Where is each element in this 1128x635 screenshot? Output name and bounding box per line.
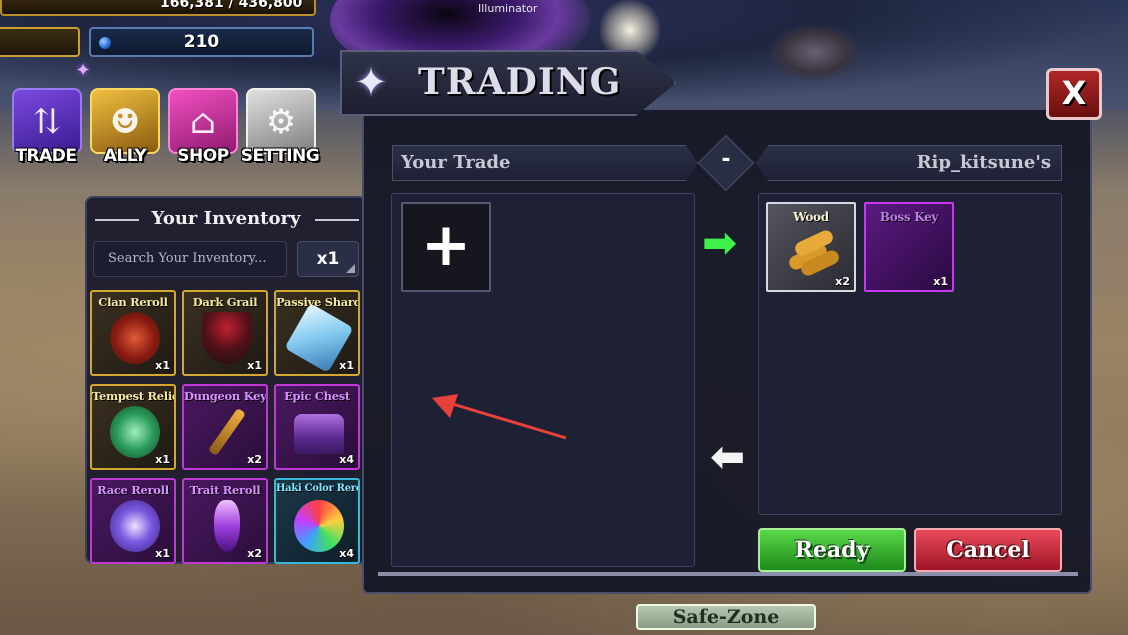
item-name: Wood <box>793 210 829 224</box>
xp-text: 166,381 / 436,800 <box>160 0 303 11</box>
wood-logs-icon <box>789 230 839 276</box>
tempest-relic-icon <box>110 406 160 458</box>
ally-menu-label: ALLY <box>103 146 147 166</box>
inventory-slot[interactable]: Dark Grail x1 <box>182 290 268 376</box>
add-item-button[interactable]: + <box>401 202 491 292</box>
gear-icon: ⚙ <box>265 102 297 142</box>
gem-icon <box>99 37 111 49</box>
item-count: x1 <box>247 359 262 372</box>
npc-nametag: Illuminator <box>478 2 538 15</box>
their-trade-tab: Rip_kitsune's <box>756 145 1062 181</box>
item-count: x2 <box>247 453 262 466</box>
dark-grail-icon <box>202 312 252 364</box>
gem-amount: 210 <box>183 32 220 52</box>
item-count: x1 <box>155 359 170 372</box>
trade-menu-label: TRADE <box>15 146 77 166</box>
ready-button[interactable]: Ready <box>758 528 906 572</box>
cancel-button[interactable]: Cancel <box>914 528 1062 572</box>
epic-chest-icon <box>294 414 344 454</box>
gem-counter: 210 <box>89 27 314 57</box>
item-name: Haki Color Reroll <box>276 483 360 494</box>
item-name: Epic Chest <box>284 389 350 403</box>
item-name: Trait Reroll <box>189 483 261 497</box>
item-name: Tempest Relic <box>92 389 176 403</box>
their-item-slot[interactable]: Wood x2 <box>766 202 856 292</box>
sparkle-icon: ✦ <box>75 60 91 81</box>
item-name: Dungeon Key <box>184 389 267 403</box>
inventory-slot[interactable]: Tempest Relic x1 <box>90 384 176 470</box>
inventory-slot[interactable]: Dungeon Key x2 <box>182 384 268 470</box>
item-count: x1 <box>155 547 170 560</box>
item-count: x2 <box>247 547 262 560</box>
trade-title: TRADING <box>418 61 622 103</box>
inventory-slot[interactable]: Epic Chest x4 <box>274 384 360 470</box>
player-character <box>770 25 860 80</box>
item-name: Boss Key <box>879 210 939 224</box>
title-divider-right <box>315 219 359 221</box>
item-count: x1 <box>155 453 170 466</box>
haki-color-reroll-icon <box>294 500 344 552</box>
trade-menu-button[interactable]: ⇅ <box>12 88 82 154</box>
arrow-right-icon: ➡ <box>702 218 738 267</box>
arrow-left-icon: ⬅ <box>710 432 746 481</box>
annotation-arrow-icon <box>432 394 567 440</box>
your-trade-tab: Your Trade <box>392 145 698 181</box>
inventory-slot[interactable]: Race Reroll x1 <box>90 478 176 564</box>
quantity-selector[interactable]: x1 <box>297 241 359 277</box>
trait-reroll-icon <box>214 500 240 552</box>
item-name: Race Reroll <box>97 483 169 497</box>
gold-counter <box>0 27 80 57</box>
inventory-search-input[interactable]: Search Your Inventory... <box>93 241 287 277</box>
item-count: x1 <box>339 359 354 372</box>
race-reroll-icon <box>110 500 160 552</box>
item-count: x1 <box>933 275 948 288</box>
trade-window-rail <box>378 572 1078 576</box>
ally-icon: ☻ <box>109 102 141 142</box>
shop-menu-label: SHOP <box>177 146 229 166</box>
inventory-slot[interactable]: Passive Shard x1 <box>274 290 360 376</box>
item-name: Dark Grail <box>192 295 258 309</box>
shop-icon: ⌂ <box>190 102 216 142</box>
inventory-panel: Your Inventory Search Your Inventory... … <box>85 196 367 564</box>
clan-reroll-icon <box>110 312 160 364</box>
shop-menu-button[interactable]: ⌂ <box>168 88 238 154</box>
item-name: Clan Reroll <box>98 295 168 309</box>
their-item-slot[interactable]: Boss Key x1 <box>864 202 954 292</box>
item-count: x2 <box>835 275 850 288</box>
trade-icon: ⇅ <box>32 102 62 142</box>
item-count: x4 <box>339 547 354 560</box>
compass-star-icon: ✦ <box>354 60 388 106</box>
inventory-slot[interactable]: Clan Reroll x1 <box>90 290 176 376</box>
divider-label: - <box>721 147 731 172</box>
zone-label: Safe-Zone <box>636 604 816 630</box>
item-count: x4 <box>339 453 354 466</box>
inventory-slot[interactable]: Haki Color Reroll x4 <box>274 478 360 564</box>
inventory-slot[interactable]: Trait Reroll x2 <box>182 478 268 564</box>
close-button[interactable]: X <box>1046 68 1102 120</box>
dungeon-key-icon <box>207 407 247 457</box>
setting-menu-button[interactable]: ⚙ <box>246 88 316 154</box>
ally-menu-button[interactable]: ☻ <box>90 88 160 154</box>
setting-menu-label: SETTING <box>240 146 320 166</box>
